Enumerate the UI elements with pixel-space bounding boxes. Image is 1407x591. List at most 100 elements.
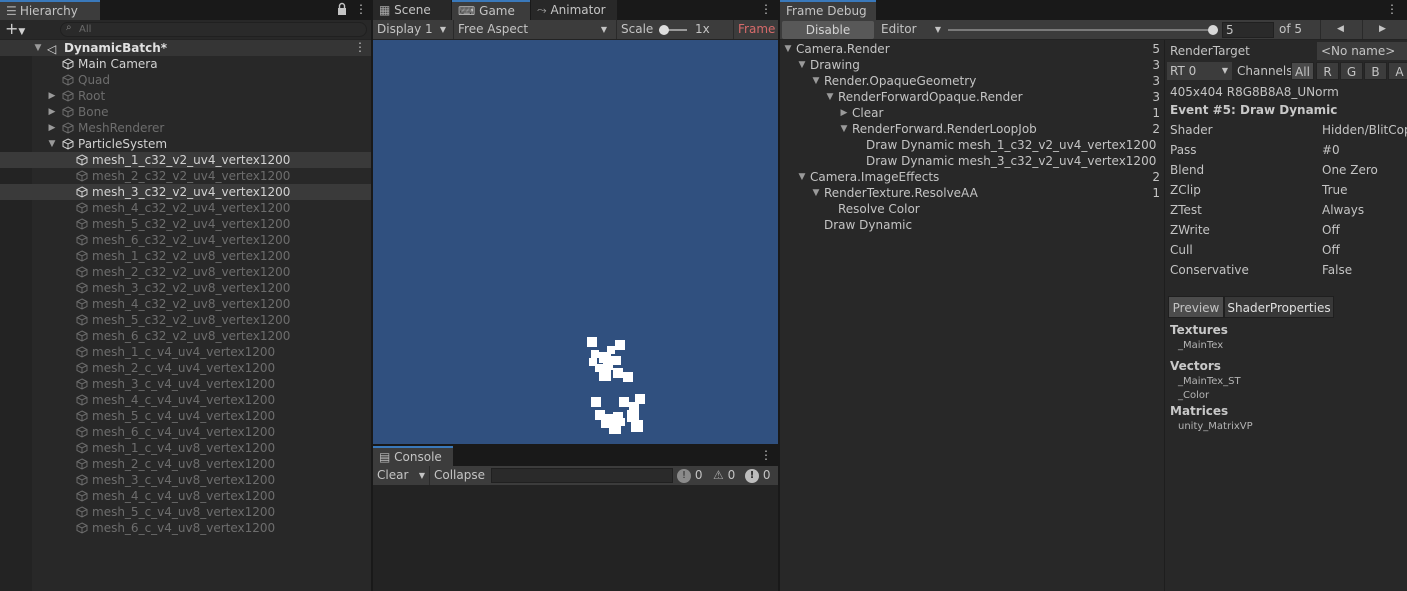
tab-animator[interactable]: ⤳ Animator <box>531 0 617 20</box>
frame-event-row[interactable]: ▼ Render.OpaqueGeometry 3 <box>780 73 1164 89</box>
display-dropdown[interactable]: Display 1 ▼ <box>373 20 450 39</box>
hierarchy-child-item[interactable]: mesh_5_c32_v2_uv4_vertex1200 <box>0 216 371 232</box>
hierarchy-child-item[interactable]: mesh_2_c_v4_uv8_vertex1200 <box>0 456 371 472</box>
hierarchy-child-item[interactable]: mesh_4_c32_v2_uv8_vertex1200 <box>0 296 371 312</box>
hierarchy-child-item[interactable]: mesh_2_c32_v2_uv4_vertex1200 <box>0 168 371 184</box>
channel-toggle[interactable]: R <box>1316 62 1339 80</box>
collapsed-arrow-icon[interactable]: ▶ <box>47 120 57 136</box>
channel-toggle[interactable]: A <box>1388 62 1407 80</box>
expand-arrow-icon[interactable]: ▼ <box>811 185 821 201</box>
next-frame-button[interactable]: ▶ <box>1362 20 1402 39</box>
hierarchy-child-label: mesh_4_c_v4_uv8_vertex1200 <box>92 489 276 503</box>
expand-arrow-icon[interactable]: ▼ <box>783 41 793 57</box>
frame-event-row[interactable]: ▼ Camera.ImageEffects 2 <box>780 169 1164 185</box>
hierarchy-item[interactable]: Main Camera <box>0 56 371 72</box>
console-search[interactable] <box>491 468 673 483</box>
console-menu-icon[interactable]: ⋮ <box>760 448 772 464</box>
collapsed-arrow-icon[interactable]: ▶ <box>47 88 57 104</box>
hierarchy-child-item[interactable]: mesh_5_c_v4_uv4_vertex1200 <box>0 408 371 424</box>
hierarchy-child-item[interactable]: mesh_3_c32_v2_uv8_vertex1200 <box>0 280 371 296</box>
preview-tab[interactable]: Preview <box>1168 296 1224 318</box>
game-viewport[interactable] <box>373 40 778 444</box>
disable-button[interactable]: Disable <box>782 21 874 39</box>
hierarchy-child-item[interactable]: mesh_5_c32_v2_uv8_vertex1200 <box>0 312 371 328</box>
tab-hierarchy[interactable]: ☰ Hierarchy <box>0 0 100 20</box>
frame-slider-thumb[interactable] <box>1208 25 1218 35</box>
hierarchy-item[interactable]: ▶ Root <box>0 88 371 104</box>
aspect-dropdown[interactable]: Free Aspect ▼ <box>453 20 611 39</box>
warning-toggle[interactable]: ⚠ 0 <box>713 466 743 485</box>
tab-console[interactable]: ▤ Console <box>373 446 453 466</box>
frame-event-row[interactable]: ▼ Camera.Render 5 <box>780 41 1164 57</box>
hierarchy-child-item[interactable]: mesh_3_c_v4_uv8_vertex1200 <box>0 472 371 488</box>
clear-button[interactable]: Clear ▼ <box>373 466 429 485</box>
expand-arrow-icon[interactable]: ▼ <box>33 40 43 56</box>
frame-event-row[interactable]: Resolve Color <box>780 201 1164 217</box>
hierarchy-item[interactable]: ▶ Bone <box>0 104 371 120</box>
hierarchy-child-item[interactable]: mesh_6_c32_v2_uv8_vertex1200 <box>0 328 371 344</box>
frame-debug-menu-icon[interactable]: ⋮ <box>1386 2 1398 18</box>
scale-slider-thumb[interactable] <box>659 25 669 35</box>
add-icon[interactable]: +▼ <box>5 20 33 38</box>
hierarchy-child-item[interactable]: mesh_2_c32_v2_uv8_vertex1200 <box>0 264 371 280</box>
lock-icon[interactable] <box>336 2 348 16</box>
frame-event-row[interactable]: Draw Dynamic mesh_1_c32_v2_uv4_vertex120… <box>780 137 1164 153</box>
hierarchy-child-item[interactable]: mesh_4_c_v4_uv8_vertex1200 <box>0 488 371 504</box>
hierarchy-child-item[interactable]: mesh_5_c_v4_uv8_vertex1200 <box>0 504 371 520</box>
error-toggle[interactable]: ! 0 <box>745 466 777 485</box>
hierarchy-item[interactable]: ▶ MeshRenderer <box>0 120 371 136</box>
hierarchy-item[interactable]: Quad <box>0 72 371 88</box>
hierarchy-child-item[interactable]: mesh_3_c_v4_uv4_vertex1200 <box>0 376 371 392</box>
collapse-button[interactable]: Collapse <box>429 466 487 485</box>
channel-toggle[interactable]: B <box>1364 62 1387 80</box>
frame-event-row[interactable]: Draw Dynamic mesh_3_c32_v2_uv4_vertex120… <box>780 153 1164 169</box>
rt-dropdown[interactable]: RT 0 ▼ <box>1167 62 1232 80</box>
hierarchy-child-item[interactable]: mesh_1_c_v4_uv8_vertex1200 <box>0 440 371 456</box>
expand-arrow-icon[interactable]: ▼ <box>797 57 807 73</box>
channel-toggle[interactable]: G <box>1340 62 1363 80</box>
frame-event-row[interactable]: Draw Dynamic <box>780 217 1164 233</box>
hierarchy-child-item[interactable]: mesh_1_c32_v2_uv4_vertex1200 <box>0 152 371 168</box>
hierarchy-child-item[interactable]: mesh_2_c_v4_uv4_vertex1200 <box>0 360 371 376</box>
hierarchy-child-item[interactable]: mesh_1_c32_v2_uv8_vertex1200 <box>0 248 371 264</box>
collapsed-arrow-icon[interactable]: ▶ <box>839 105 849 121</box>
expand-arrow-icon[interactable]: ▼ <box>839 121 849 137</box>
prev-frame-button[interactable]: ◀ <box>1320 20 1360 39</box>
expand-arrow-icon[interactable]: ▼ <box>825 89 835 105</box>
hierarchy-item[interactable]: ▼ ParticleSystem <box>0 136 371 152</box>
tab-scene[interactable]: ▦ Scene <box>373 0 451 20</box>
hierarchy-child-item[interactable]: mesh_3_c32_v2_uv4_vertex1200 <box>0 184 371 200</box>
shader-properties-tab[interactable]: ShaderProperties <box>1224 296 1334 318</box>
render-target-dropdown[interactable]: <No name> <box>1317 42 1407 60</box>
game-menu-icon[interactable]: ⋮ <box>760 2 772 18</box>
hierarchy-child-item[interactable]: mesh_6_c32_v2_uv4_vertex1200 <box>0 232 371 248</box>
scale-control[interactable]: Scale 1x <box>616 20 711 39</box>
hierarchy-child-item[interactable]: mesh_4_c_v4_uv4_vertex1200 <box>0 392 371 408</box>
info-toggle[interactable]: ! 0 <box>677 466 711 485</box>
scene-row[interactable]: ▼ ◁ DynamicBatch* ⋮ <box>0 40 371 56</box>
tab-frame-debug[interactable]: Frame Debug <box>780 0 876 20</box>
hierarchy-child-item[interactable]: mesh_6_c_v4_uv4_vertex1200 <box>0 424 371 440</box>
expand-arrow-icon[interactable]: ▼ <box>797 169 807 185</box>
frame-slider[interactable] <box>948 20 1220 39</box>
tab-game[interactable]: ⌨ Game <box>452 0 530 20</box>
target-dropdown[interactable]: Editor ▼ <box>877 20 945 39</box>
hierarchy-child-item[interactable]: mesh_1_c_v4_uv4_vertex1200 <box>0 344 371 360</box>
search-input[interactable]: ⌕ All <box>60 22 367 37</box>
frame-event-row[interactable]: ▼ Drawing 3 <box>780 57 1164 73</box>
frame-event-row[interactable]: ▼ RenderForwardOpaque.Render 3 <box>780 89 1164 105</box>
channel-toggle[interactable]: All <box>1291 62 1314 80</box>
frame-event-row[interactable]: ▼ RenderForward.RenderLoopJob 2 <box>780 121 1164 137</box>
frame-event-count: 3 <box>1152 90 1160 104</box>
frame-event-row[interactable]: ▶ Clear 1 <box>780 105 1164 121</box>
scene-menu-icon[interactable]: ⋮ <box>354 40 366 56</box>
console-log-area[interactable] <box>373 486 778 591</box>
hierarchy-menu-icon[interactable]: ⋮ <box>355 2 367 18</box>
frame-number-field[interactable]: 5 <box>1222 22 1274 38</box>
hierarchy-child-item[interactable]: mesh_4_c32_v2_uv4_vertex1200 <box>0 200 371 216</box>
frame-event-row[interactable]: ▼ RenderTexture.ResolveAA 1 <box>780 185 1164 201</box>
collapsed-arrow-icon[interactable]: ▶ <box>47 104 57 120</box>
expand-arrow-icon[interactable]: ▼ <box>47 136 57 152</box>
expand-arrow-icon[interactable]: ▼ <box>811 73 821 89</box>
hierarchy-child-item[interactable]: mesh_6_c_v4_uv8_vertex1200 <box>0 520 371 536</box>
